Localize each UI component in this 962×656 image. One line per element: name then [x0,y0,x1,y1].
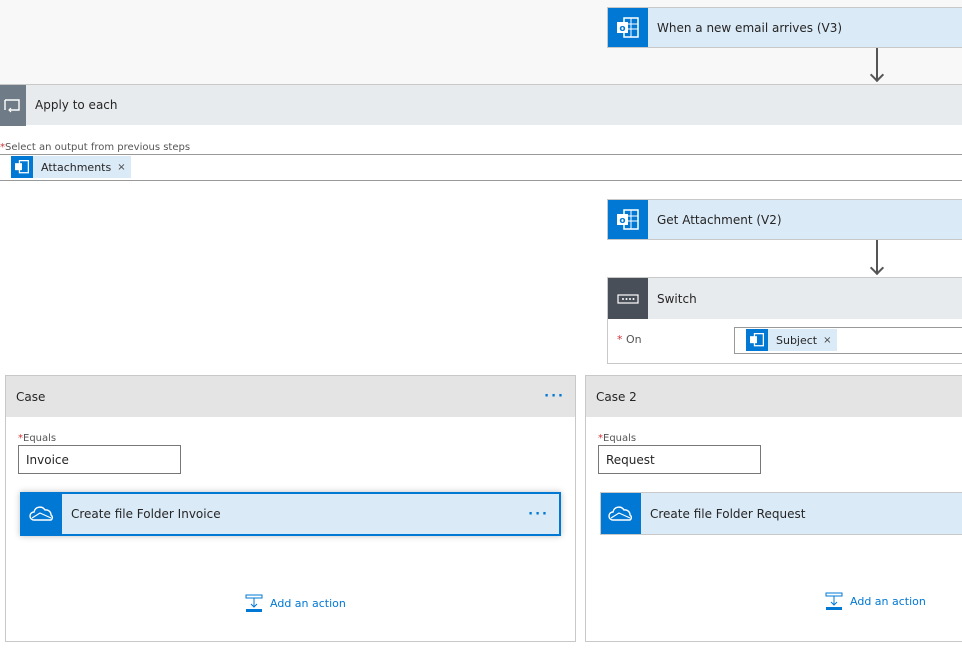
trigger-card[interactable]: o When a new email arrives (V3) [607,7,962,48]
apply-to-each-title: Apply to each [35,98,118,112]
token-label: Attachments [41,160,112,174]
outlook-icon [746,329,768,351]
subject-token[interactable]: Subject × [746,329,837,351]
case-title: Case [16,389,46,404]
add-action-icon [825,592,843,610]
remove-token-icon[interactable]: × [823,335,836,346]
switch-icon [608,278,648,319]
output-input[interactable] [0,154,962,181]
outlook-icon [11,156,33,178]
action-title: Create file Folder Invoice [71,507,221,521]
case-title: Case 2 [596,389,637,404]
case-header[interactable]: Case 2 [586,376,962,417]
switch-header[interactable]: Switch [608,278,962,319]
equals-input[interactable]: Invoice [18,445,181,474]
add-action-button[interactable]: Add an action [245,594,346,612]
equals-label: *Equals [598,433,637,444]
create-file-action-card[interactable]: Create file Folder Invoice ··· [20,492,561,536]
action-title: Create file Folder Request [650,506,806,521]
on-label: * On [617,333,642,346]
add-action-label: Add an action [850,594,926,608]
remove-token-icon[interactable]: × [117,162,130,173]
equals-input[interactable]: Request [598,445,761,474]
trigger-title: When a new email arrives (V3) [657,20,843,35]
get-attachment-card[interactable]: o Get Attachment (V2) [607,199,962,240]
arrow-down-icon [869,260,885,276]
svg-text:o: o [619,216,625,226]
add-action-button[interactable]: Add an action [825,592,926,610]
add-action-label: Add an action [270,596,346,610]
more-options-icon[interactable]: ··· [544,389,575,404]
outlook-icon: o [608,200,648,239]
output-field-label: *Select an output from previous steps [0,142,191,153]
add-action-icon [245,594,263,612]
token-label: Subject [776,333,818,347]
case-2-card: Case 2 *Equals Request Create file Folde… [585,375,962,642]
apply-to-each-header[interactable]: Apply to each [0,84,962,126]
onedrive-icon [22,494,62,534]
case-card: Case ··· *Equals Invoice Create file Fold… [5,375,576,642]
equals-label: *Equals [18,433,57,444]
svg-text:o: o [619,24,625,34]
case-header[interactable]: Case ··· [6,376,575,417]
get-attachment-title: Get Attachment (V2) [657,212,782,227]
switch-title: Switch [657,291,697,306]
outlook-icon: o [608,8,648,47]
create-file-action-card[interactable]: Create file Folder Request [600,492,962,535]
attachments-token[interactable]: Attachments × [11,156,131,178]
more-options-icon[interactable]: ··· [528,507,559,522]
onedrive-icon [601,493,641,534]
loop-icon [0,84,26,126]
